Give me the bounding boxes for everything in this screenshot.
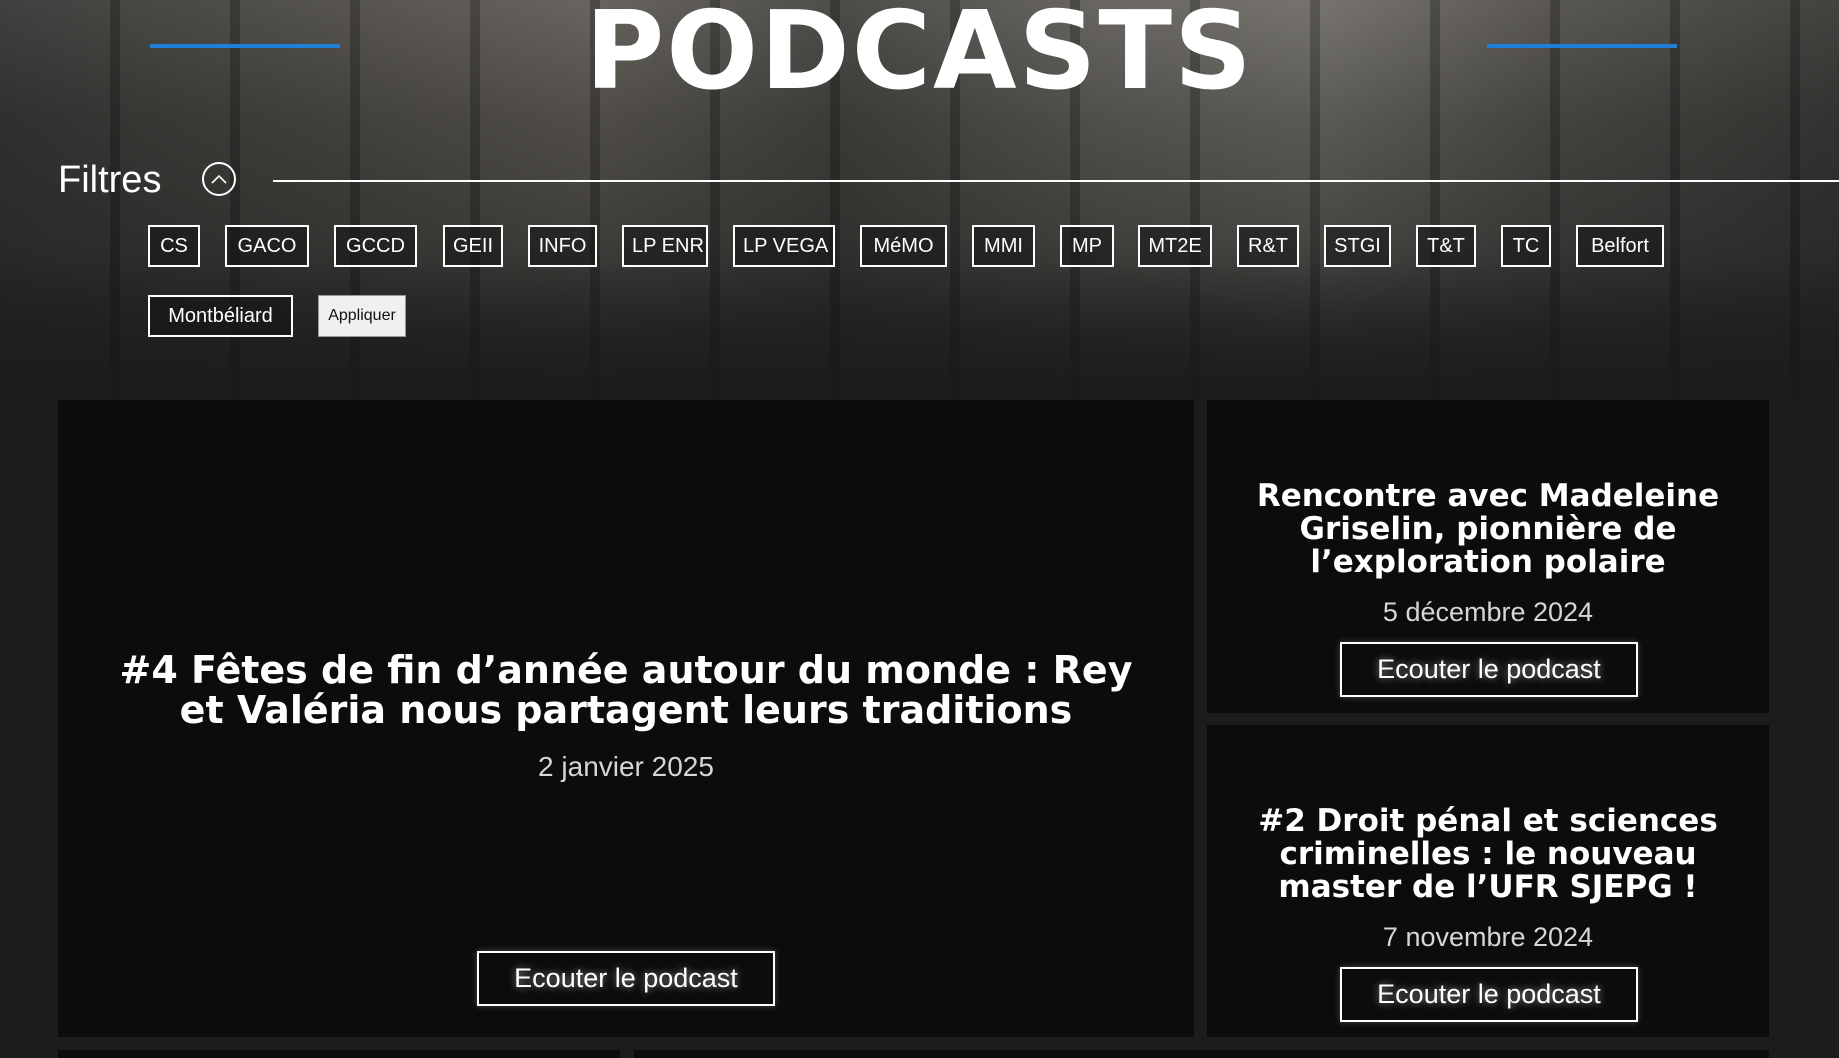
filter-chip-rt[interactable]: R&T (1237, 225, 1299, 267)
filter-chip-tt[interactable]: T&T (1416, 225, 1476, 267)
filter-chip-stgi[interactable]: STGI (1324, 225, 1391, 267)
filter-chip-gaco[interactable]: GACO (225, 225, 309, 267)
filter-chip-lp-vega[interactable]: LP VEGA (733, 225, 835, 267)
filters-toggle-button[interactable] (202, 162, 236, 196)
filters-label: Filtres (58, 159, 162, 201)
filter-chip-lp-enr[interactable]: LP ENR (622, 225, 708, 267)
podcasts-page: PODCASTS Filtres CS GACO GCCD GEII INFO … (0, 0, 1839, 1058)
apply-filters-button[interactable]: Appliquer (318, 295, 406, 337)
filter-chip-memo[interactable]: MéMO (860, 225, 947, 267)
filter-chip-mmi[interactable]: MMI (972, 225, 1035, 267)
podcast-title[interactable]: #4 Fêtes de fin d’année autour du monde … (58, 650, 1194, 730)
filter-chip-tc[interactable]: TC (1501, 225, 1551, 267)
filter-chip-mp[interactable]: MP (1060, 225, 1114, 267)
filter-chip-gccd[interactable]: GCCD (334, 225, 417, 267)
podcast-card-featured[interactable]: #4 Fêtes de fin d’année autour du monde … (58, 400, 1194, 1037)
podcast-card[interactable]: Rencontre avec Madeleine Griselin, pionn… (1207, 400, 1769, 713)
podcast-card-partial[interactable] (58, 1050, 620, 1058)
filter-chip-geii[interactable]: GEII (443, 225, 503, 267)
page-title: PODCASTS (585, 0, 1254, 114)
podcast-date: 7 novembre 2024 (1382, 922, 1594, 952)
podcast-title[interactable]: Rencontre avec Madeleine Griselin, pionn… (1207, 480, 1769, 579)
podcast-title[interactable]: #2 Droit pénal et sciences criminelles :… (1207, 805, 1769, 904)
filter-chip-mt2e[interactable]: MT2E (1138, 225, 1212, 267)
filter-chip-info[interactable]: INFO (528, 225, 597, 267)
listen-podcast-button[interactable]: Ecouter le podcast (1340, 642, 1638, 697)
filter-chip-belfort[interactable]: Belfort (1576, 225, 1664, 267)
podcast-card-partial[interactable] (634, 1050, 1769, 1058)
podcast-date: 2 janvier 2025 (538, 751, 714, 782)
listen-podcast-button[interactable]: Ecouter le podcast (477, 951, 775, 1006)
podcast-date: 5 décembre 2024 (1382, 597, 1594, 627)
chevron-up-icon (211, 174, 227, 184)
filter-chip-cs[interactable]: CS (148, 225, 200, 267)
filters-divider (273, 180, 1839, 182)
filter-chip-montbeliard[interactable]: Montbéliard (148, 295, 293, 337)
podcast-card[interactable]: #2 Droit pénal et sciences criminelles :… (1207, 725, 1769, 1037)
listen-podcast-button[interactable]: Ecouter le podcast (1340, 967, 1638, 1022)
